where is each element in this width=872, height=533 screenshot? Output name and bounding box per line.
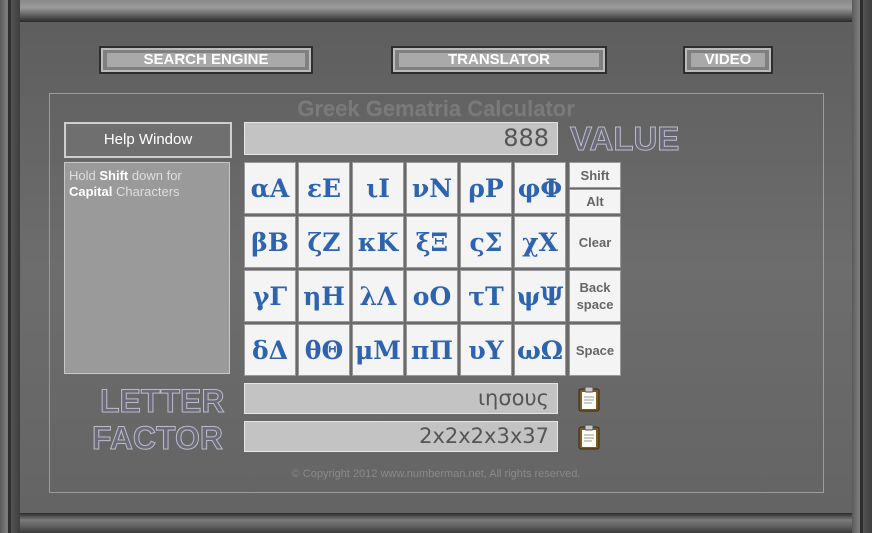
key-mu[interactable]: μΜ bbox=[352, 324, 404, 376]
search-engine-label: SEARCH ENGINE bbox=[107, 52, 305, 67]
video-label: VIDEO bbox=[691, 52, 765, 67]
key-epsilon[interactable]: εΕ bbox=[298, 162, 350, 214]
help-text-hold: Hold bbox=[69, 168, 96, 183]
backspace-label-line1: Back bbox=[579, 280, 611, 295]
key-rho[interactable]: ρΡ bbox=[460, 162, 512, 214]
top-frame-bar bbox=[20, 0, 852, 22]
alt-key[interactable]: Alt bbox=[569, 189, 621, 214]
clipboard-icon[interactable] bbox=[577, 424, 601, 450]
help-text-characters: Characters bbox=[115, 184, 180, 199]
key-delta[interactable]: δΔ bbox=[244, 324, 296, 376]
help-text-shift: Shift bbox=[99, 168, 129, 183]
backspace-label-line2: space bbox=[576, 297, 614, 312]
key-xi[interactable]: ξΞ bbox=[406, 216, 458, 268]
translator-button[interactable]: TRANSLATOR bbox=[391, 46, 607, 74]
key-sigma[interactable]: ςΣ bbox=[460, 216, 512, 268]
letter-field[interactable]: ιησους bbox=[244, 383, 558, 414]
key-theta[interactable]: θΘ bbox=[298, 324, 350, 376]
backspace-key[interactable]: Back space bbox=[569, 270, 621, 322]
video-button[interactable]: VIDEO bbox=[683, 46, 773, 74]
copyright-notice: © Copyright 2012 www.numberman.net, All … bbox=[291, 468, 581, 480]
key-zeta[interactable]: ζΖ bbox=[298, 216, 350, 268]
factor-field[interactable]: 2x2x2x3x37 bbox=[244, 421, 558, 452]
help-window-button[interactable]: Help Window bbox=[64, 122, 232, 158]
value-display[interactable]: 888 bbox=[244, 122, 558, 155]
translator-label: TRANSLATOR bbox=[399, 52, 599, 67]
left-frame-rail bbox=[0, 0, 20, 533]
key-iota[interactable]: ιΙ bbox=[352, 162, 404, 214]
help-text-capital: Capital bbox=[69, 184, 113, 199]
help-window: Hold Shift down for Capital Characters bbox=[64, 162, 230, 374]
key-omega[interactable]: ωΩ bbox=[514, 324, 566, 376]
help-text-down-for: down for bbox=[131, 168, 182, 183]
clear-key[interactable]: Clear bbox=[569, 216, 621, 268]
letter-label: LETTER bbox=[99, 383, 225, 420]
key-lambda[interactable]: λΛ bbox=[352, 270, 404, 322]
space-key[interactable]: Space bbox=[569, 324, 621, 376]
key-upsilon[interactable]: υΥ bbox=[460, 324, 512, 376]
shift-key[interactable]: Shift bbox=[569, 162, 621, 188]
clipboard-icon[interactable] bbox=[577, 386, 601, 412]
key-nu[interactable]: νΝ bbox=[406, 162, 458, 214]
factor-label: FACTOR bbox=[92, 420, 224, 457]
key-beta[interactable]: βΒ bbox=[244, 216, 296, 268]
key-psi[interactable]: ψΨ bbox=[514, 270, 566, 322]
key-pi[interactable]: πΠ bbox=[406, 324, 458, 376]
key-phi[interactable]: φΦ bbox=[514, 162, 566, 214]
page-title: Greek Gematria Calculator bbox=[297, 96, 575, 121]
key-kappa[interactable]: κΚ bbox=[352, 216, 404, 268]
key-gamma[interactable]: γΓ bbox=[244, 270, 296, 322]
key-omicron[interactable]: οΟ bbox=[406, 270, 458, 322]
key-eta[interactable]: ηΗ bbox=[298, 270, 350, 322]
value-label: VALUE bbox=[569, 120, 680, 158]
bottom-frame-bar bbox=[20, 513, 852, 533]
key-alpha[interactable]: αΑ bbox=[244, 162, 296, 214]
key-chi[interactable]: χΧ bbox=[514, 216, 566, 268]
right-frame-rail bbox=[852, 0, 872, 533]
search-engine-button[interactable]: SEARCH ENGINE bbox=[99, 46, 313, 74]
key-tau[interactable]: τΤ bbox=[460, 270, 512, 322]
